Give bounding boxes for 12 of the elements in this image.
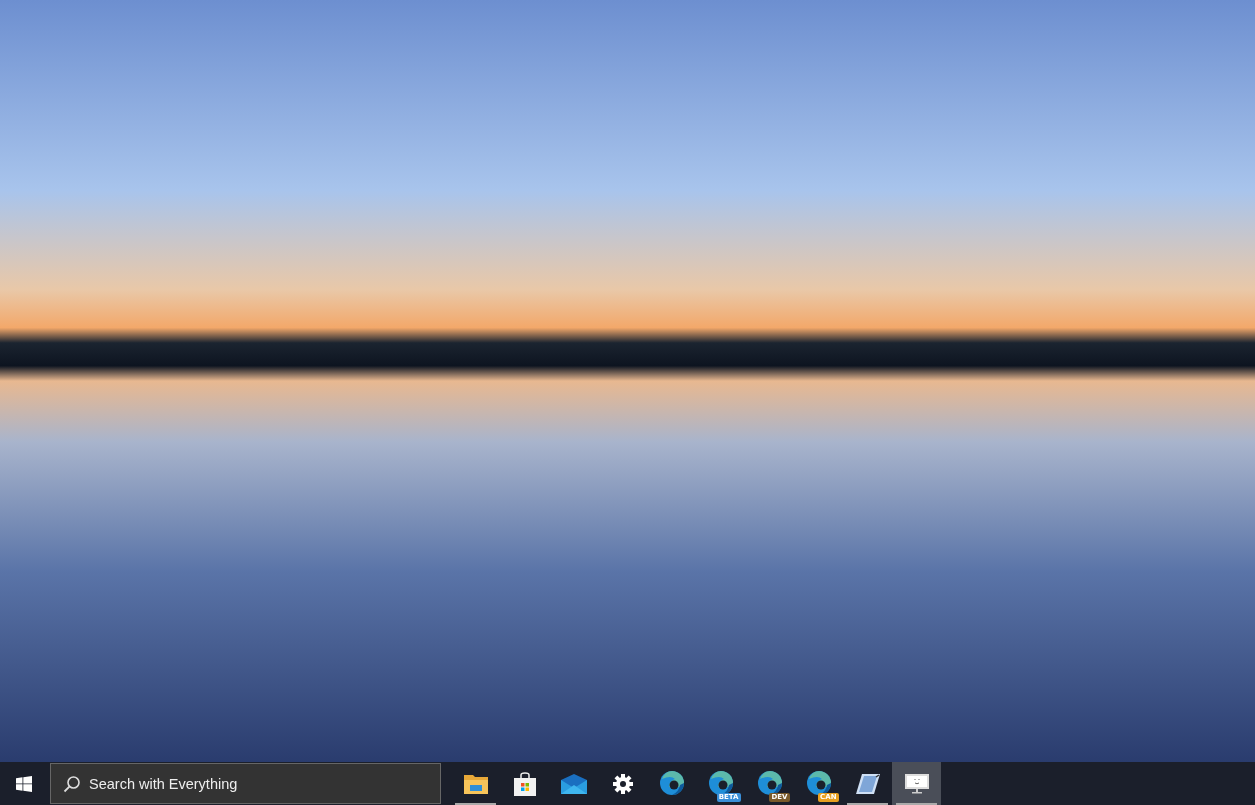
folder-icon [463, 772, 488, 795]
browser-logo-icon [658, 769, 685, 796]
monitor-icon [904, 773, 929, 794]
browser-logo-icon [805, 769, 832, 796]
browser-logo-icon [756, 769, 783, 796]
search-field[interactable]: Search with Everything [50, 763, 441, 804]
shopping-bag-icon [513, 771, 536, 796]
windows-logo-icon [16, 775, 32, 792]
taskbar-app-button[interactable] [892, 762, 941, 805]
notepad-icon [855, 772, 880, 795]
envelope-icon [560, 773, 587, 794]
browser-logo-icon [707, 769, 734, 796]
